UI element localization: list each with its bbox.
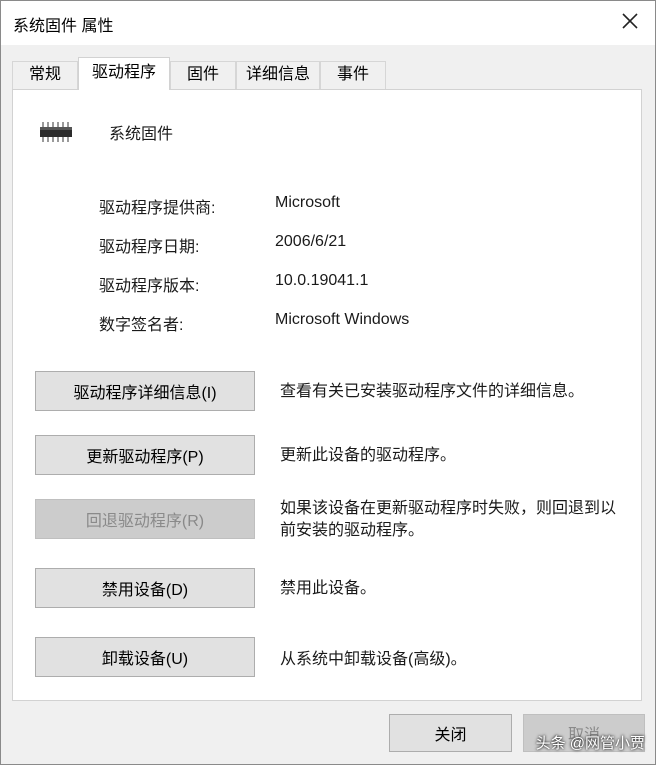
version-value: 10.0.19041.1 — [275, 272, 369, 289]
signer-value: Microsoft Windows — [275, 311, 410, 328]
driver-details-description: 查看有关已安装驱动程序文件的详细信息。 — [280, 383, 585, 400]
disable-device-description: 禁用此设备。 — [280, 580, 377, 597]
roll-back-driver-description: 如果该设备在更新驱动程序时失败，则回退到以前安装的驱动程序。 — [280, 500, 617, 539]
device-name: 系统固件 — [109, 126, 174, 143]
watermark: 头条 @网管小贾 — [535, 735, 645, 752]
driver-details-button[interactable]: 驱动程序详细信息(I) — [35, 371, 255, 411]
signer-label: 数字签名者: — [99, 317, 184, 334]
window-title: 系统固件 属性 — [13, 18, 114, 35]
uninstall-device-button[interactable]: 卸载设备(U) — [35, 637, 255, 677]
date-value: 2006/6/21 — [275, 233, 347, 250]
version-label: 驱动程序版本: — [99, 278, 200, 295]
tab-firmware[interactable]: 固件 — [170, 61, 236, 89]
close-icon[interactable] — [619, 10, 641, 32]
roll-back-driver-button: 回退驱动程序(R) — [35, 499, 255, 539]
tab-events[interactable]: 事件 — [320, 61, 386, 89]
provider-value: Microsoft — [275, 194, 340, 211]
tab-details[interactable]: 详细信息 — [236, 61, 320, 89]
title-bar: 系统固件 属性 — [1, 1, 655, 45]
disable-device-button[interactable]: 禁用设备(D) — [35, 568, 255, 608]
properties-dialog: 系统固件 属性 常规 驱动程序 固件 详细信息 事件 系统固件 驱动程序提供商:… — [0, 0, 656, 765]
provider-label: 驱动程序提供商: — [99, 200, 216, 217]
update-driver-button[interactable]: 更新驱动程序(P) — [35, 435, 255, 475]
date-label: 驱动程序日期: — [99, 239, 200, 256]
chip-icon — [37, 120, 75, 149]
update-driver-description: 更新此设备的驱动程序。 — [280, 447, 457, 464]
uninstall-device-description: 从系统中卸载设备(高级)。 — [280, 651, 467, 668]
tab-driver[interactable]: 驱动程序 — [78, 57, 170, 90]
close-button[interactable]: 关闭 — [389, 714, 512, 752]
driver-tab-panel: 系统固件 驱动程序提供商: Microsoft 驱动程序日期: 2006/6/2… — [12, 89, 642, 701]
tab-general[interactable]: 常规 — [12, 61, 78, 89]
